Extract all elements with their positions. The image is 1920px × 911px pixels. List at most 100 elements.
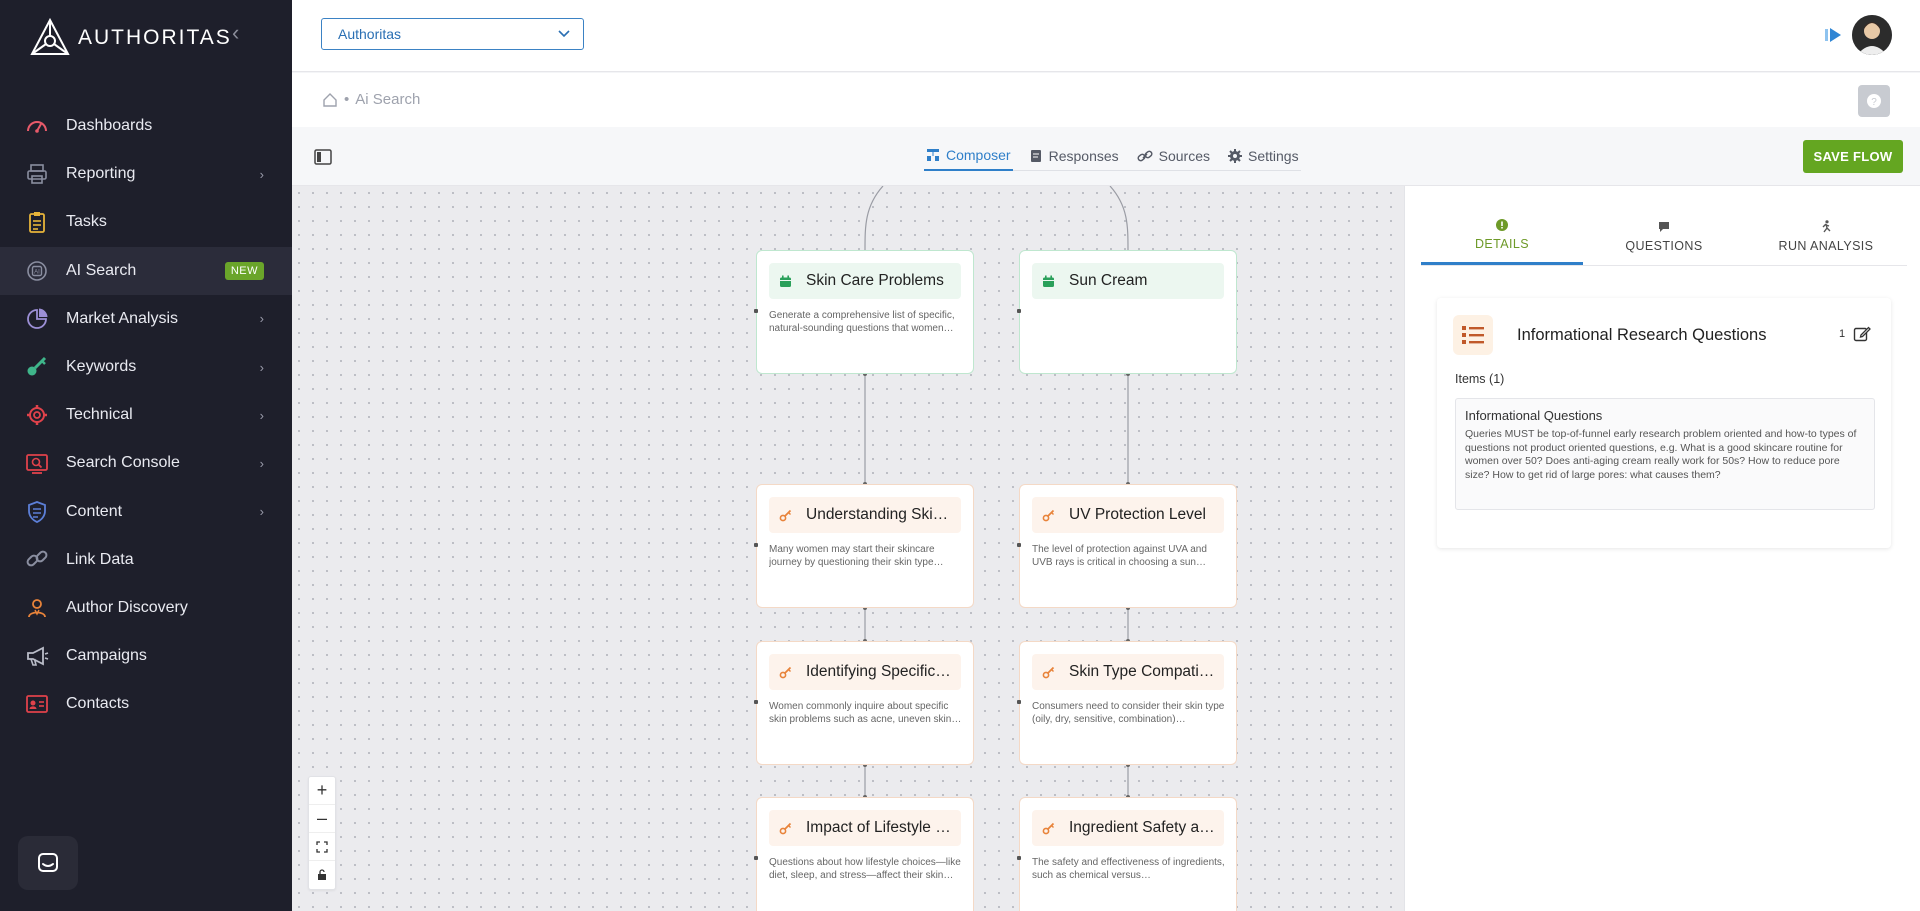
sidebar-item-contacts[interactable]: Contacts xyxy=(0,680,292,728)
node-input-port[interactable] xyxy=(754,309,758,313)
sidebar-item-tasks[interactable]: Tasks xyxy=(0,198,292,246)
tab-run-analysis[interactable]: RUN ANALYSIS xyxy=(1745,208,1907,265)
chevron-right-icon: › xyxy=(259,407,264,423)
play-forward-icon[interactable] xyxy=(1823,25,1843,45)
node-input-port[interactable] xyxy=(754,700,758,704)
node-input-port[interactable] xyxy=(1017,700,1021,704)
node-input-port[interactable] xyxy=(1017,856,1021,860)
key-icon xyxy=(779,509,792,521)
gear-icon xyxy=(24,402,50,428)
breadcrumb: • Ai Search xyxy=(322,91,420,108)
chevron-right-icon: › xyxy=(259,455,264,471)
chat-launcher-button[interactable] xyxy=(18,836,78,890)
shield-icon xyxy=(24,499,50,525)
sidebar-item-keywords[interactable]: Keywords › xyxy=(0,343,292,391)
collapse-sidebar-icon[interactable]: ‹ xyxy=(232,22,239,44)
sidebar-item-search-console[interactable]: Search Console › xyxy=(0,439,292,487)
node-header: Skin Type Compati… xyxy=(1032,654,1224,690)
tab-composer[interactable]: Composer xyxy=(924,141,1013,171)
sidebar-item-label: Keywords xyxy=(66,358,137,376)
zoom-out-button[interactable]: – xyxy=(309,805,335,833)
help-button[interactable]: ? xyxy=(1858,85,1890,117)
gauge-icon xyxy=(24,113,50,139)
key-icon xyxy=(24,354,50,380)
node-header: Skin Care Problems xyxy=(769,263,961,299)
flow-node[interactable]: UV Protection Level The level of protecti… xyxy=(1017,484,1237,608)
node-title: Understanding Ski… xyxy=(806,506,949,523)
node-description: Consumers need to consider their skin ty… xyxy=(1032,701,1225,725)
ai-chip-icon: AI xyxy=(24,258,50,284)
printer-icon xyxy=(24,161,50,187)
sidebar-item-dashboards[interactable]: Dashboards xyxy=(0,102,292,150)
pie-chart-icon xyxy=(24,306,50,332)
brand-logo[interactable]: AUTHORITAS xyxy=(28,14,232,62)
tab-settings[interactable]: Settings xyxy=(1226,141,1301,171)
sidebar-item-reporting[interactable]: Reporting › xyxy=(0,150,292,198)
flow-node[interactable]: Ingredient Safety a… The safety and effec… xyxy=(1017,797,1237,911)
flow-node[interactable]: Impact of Lifestyle … Questions about how… xyxy=(754,797,974,911)
node-input-port[interactable] xyxy=(1017,309,1021,313)
question-item-title: Informational Questions xyxy=(1465,408,1603,423)
sidebar-item-campaigns[interactable]: Campaigns xyxy=(0,632,292,680)
tab-questions[interactable]: QUESTIONS xyxy=(1583,208,1745,265)
flow-node[interactable]: Skin Care Problems Generate a comprehensi… xyxy=(754,250,974,374)
tab-sources-label: Sources xyxy=(1158,148,1210,164)
flow-canvas[interactable]: + – Skin Care Problems Generate a compreh… xyxy=(292,186,1404,911)
zoom-in-button[interactable]: + xyxy=(309,777,335,805)
fullscreen-icon xyxy=(316,840,328,853)
node-detail-card: Informational Research Questions 1 Items… xyxy=(1437,298,1891,548)
tab-sources[interactable]: Sources xyxy=(1135,141,1212,171)
breadcrumb-current: Ai Search xyxy=(355,91,421,108)
sidebar-item-author-discovery[interactable]: Author Discovery xyxy=(0,584,292,632)
node-input-port[interactable] xyxy=(754,856,758,860)
sidebar-item-ai-search[interactable]: AI AI Search NEW xyxy=(0,246,292,295)
flow-node[interactable]: Sun Cream xyxy=(1017,250,1237,374)
sidebar-item-market-analysis[interactable]: Market Analysis › xyxy=(0,295,292,343)
root-edge xyxy=(864,186,884,251)
breadcrumb-bar: • Ai Search ? xyxy=(292,73,1920,127)
sidebar-item-link-data[interactable]: Link Data xyxy=(0,536,292,584)
new-badge: NEW xyxy=(224,261,264,280)
flow-node[interactable]: Understanding Ski… Many women may start t… xyxy=(754,484,974,608)
sidebar-item-label: Link Data xyxy=(66,550,134,568)
node-details-panel: DETAILS QUESTIONS RUN ANALYSIS Informati… xyxy=(1404,186,1920,911)
sidebar-item-label: Campaigns xyxy=(66,647,147,665)
lock-button[interactable] xyxy=(309,861,335,889)
tab-details[interactable]: DETAILS xyxy=(1421,208,1583,265)
question-item-text: Queries MUST be top-of-funnel early rese… xyxy=(1465,428,1857,481)
sidebar: AUTHORITAS ‹ Dashboards Reporting › Tasks AI… xyxy=(0,0,292,911)
sidebar-item-content[interactable]: Content › xyxy=(0,488,292,536)
sidebar-item-technical[interactable]: Technical › xyxy=(0,391,292,439)
node-header: Identifying Specific… xyxy=(769,654,961,690)
edit-icon[interactable] xyxy=(1853,325,1871,343)
tab-responses[interactable]: Responses xyxy=(1027,141,1121,171)
node-title: Skin Type Compati… xyxy=(1069,663,1215,680)
user-avatar[interactable] xyxy=(1852,15,1892,55)
sidebar-panel-toggle-icon[interactable] xyxy=(314,149,332,165)
node-description: Generate a comprehensive list of specifi… xyxy=(769,310,955,334)
home-icon[interactable] xyxy=(322,92,338,108)
node-header: Sun Cream xyxy=(1032,263,1224,299)
tab-details-label: DETAILS xyxy=(1475,237,1529,251)
node-input-port[interactable] xyxy=(1017,543,1021,547)
sidebar-item-label: AI Search xyxy=(66,261,137,279)
flow-node[interactable]: Identifying Specific… Women commonly inqu… xyxy=(754,641,974,765)
flow-node[interactable]: Skin Type Compati… Consumers need to cons… xyxy=(1017,641,1237,765)
sidebar-item-label: Search Console xyxy=(66,454,180,472)
calendar-icon xyxy=(780,275,791,287)
clipboard-icon xyxy=(24,209,50,235)
list-icon xyxy=(1453,315,1493,355)
sidebar-nav: Dashboards Reporting › Tasks AI AI Search NEW M… xyxy=(0,102,292,728)
node-header: UV Protection Level xyxy=(1032,497,1224,533)
save-flow-button[interactable]: SAVE FLOW xyxy=(1803,140,1903,173)
organisation-select[interactable]: Authoritas xyxy=(321,18,584,50)
node-input-port[interactable] xyxy=(754,543,758,547)
sidebar-item-label: Reporting xyxy=(66,165,136,183)
avatar-image xyxy=(1852,15,1892,55)
fit-view-button[interactable] xyxy=(309,833,335,861)
node-header: Ingredient Safety a… xyxy=(1032,810,1224,846)
node-title: Impact of Lifestyle … xyxy=(806,819,951,836)
items-count-label: Items (1) xyxy=(1455,372,1505,386)
question-item[interactable]: Informational Questions Queries MUST be … xyxy=(1455,398,1875,510)
key-icon xyxy=(1042,666,1055,678)
